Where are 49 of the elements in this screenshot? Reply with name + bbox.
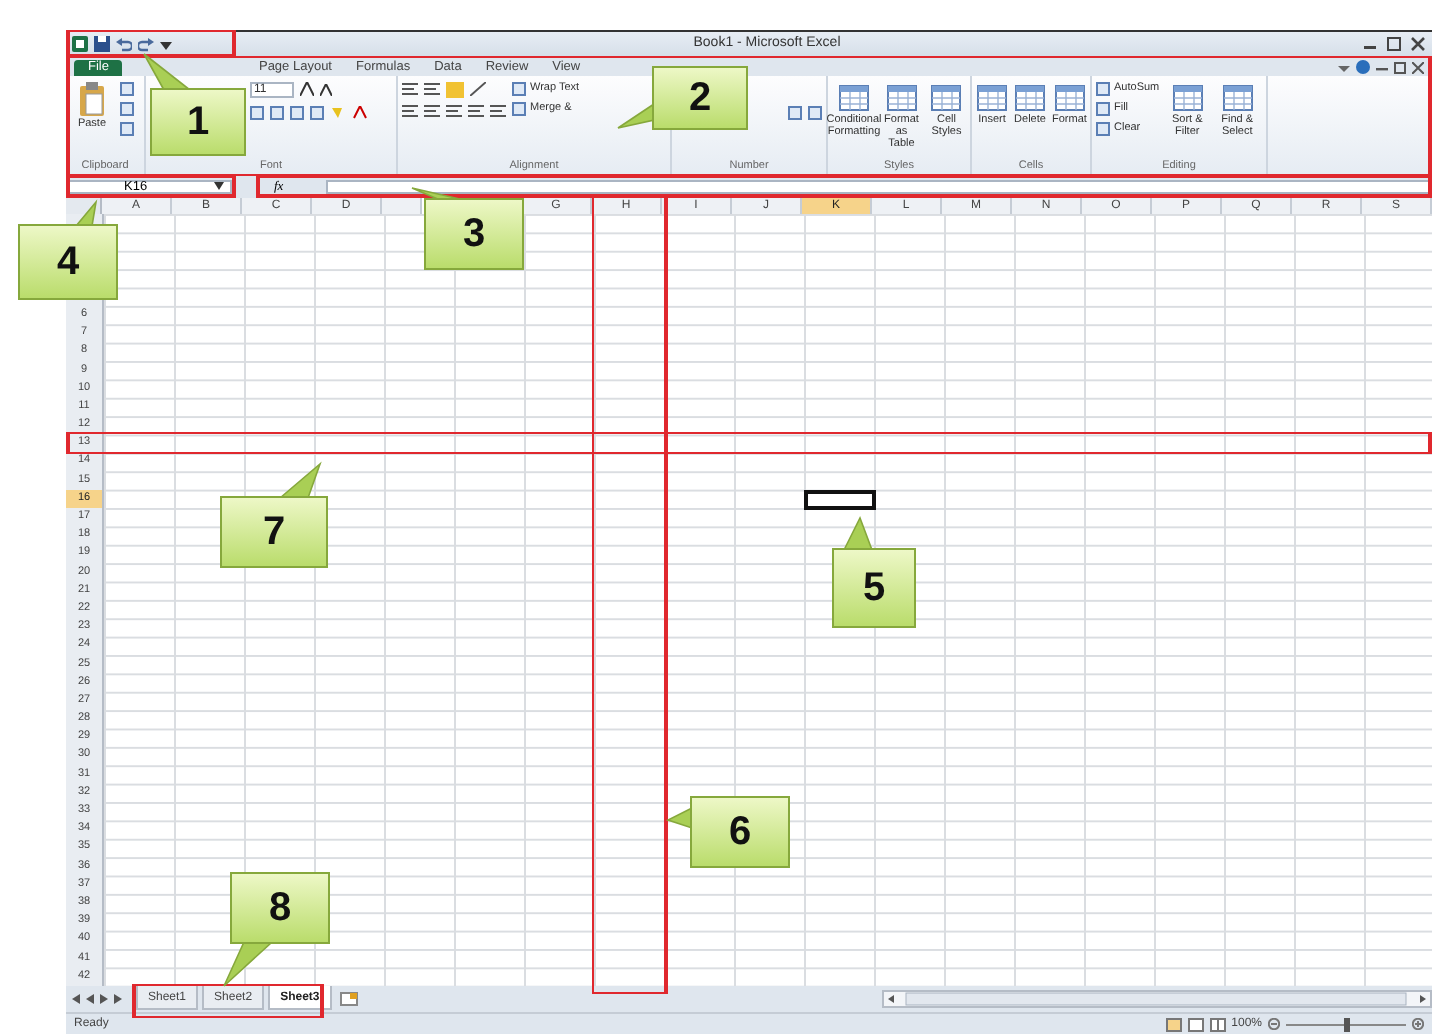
- callout: 7: [220, 464, 328, 568]
- sheet-icon[interactable]: [838, 81, 870, 114]
- collapse-icon[interactable]: [1338, 61, 1350, 74]
- indent-icon[interactable]: [468, 103, 484, 118]
- restore-icon[interactable]: [1394, 61, 1406, 74]
- zoom-slider[interactable]: [1286, 1017, 1406, 1031]
- maximize-icon[interactable]: [1386, 35, 1402, 52]
- save-icon[interactable]: [94, 35, 110, 52]
- last-sheet-icon[interactable]: [114, 994, 122, 1005]
- previous-sheet-icon[interactable]: [86, 994, 94, 1005]
- callout: 3: [412, 188, 524, 270]
- help-icon[interactable]: [1356, 60, 1370, 75]
- align-center-icon[interactable]: [424, 103, 440, 118]
- callout: 8: [224, 872, 330, 986]
- clipboard-icon[interactable]: [76, 81, 108, 118]
- outdent-icon[interactable]: [490, 103, 506, 118]
- app-icon[interactable]: [72, 35, 88, 52]
- sheet-icon[interactable]: [1053, 81, 1086, 114]
- insert-sheet-icon[interactable]: [339, 992, 358, 1007]
- align-top-icon[interactable]: [402, 82, 418, 97]
- undo-icon[interactable]: [116, 35, 132, 52]
- first-sheet-icon[interactable]: [72, 994, 80, 1005]
- sheet-icon[interactable]: [930, 81, 963, 114]
- callout: 1: [144, 54, 246, 156]
- horizontal-scrollbar[interactable]: [882, 990, 1432, 1009]
- sheet-icon[interactable]: [885, 81, 918, 114]
- close-icon[interactable]: [1410, 35, 1426, 52]
- callout: 5: [832, 518, 916, 628]
- page-break-icon[interactable]: [1209, 1017, 1226, 1031]
- page-layout-icon[interactable]: [1187, 1017, 1204, 1031]
- fill-color-icon[interactable]: [330, 105, 346, 120]
- redo-icon[interactable]: [138, 35, 154, 52]
- sheet-icon[interactable]: [1014, 81, 1046, 114]
- normal-view-icon[interactable]: [1165, 1017, 1182, 1031]
- callout: 6: [668, 796, 790, 868]
- align-left-icon[interactable]: [402, 103, 418, 118]
- zoom-out-icon[interactable]: [1268, 1018, 1280, 1030]
- close-icon[interactable]: [1412, 61, 1424, 74]
- align-right-icon[interactable]: [446, 103, 462, 118]
- active-cell[interactable]: [804, 489, 876, 511]
- sheet-icon[interactable]: [976, 81, 1008, 114]
- sheet-icon[interactable]: [1171, 81, 1204, 114]
- align-middle-icon[interactable]: [424, 82, 440, 97]
- zoom-in-icon[interactable]: [1412, 1018, 1424, 1030]
- font-color-icon[interactable]: [352, 105, 368, 120]
- callout: 4: [18, 202, 118, 300]
- sheet-icon[interactable]: [1221, 81, 1254, 114]
- next-sheet-icon[interactable]: [100, 994, 108, 1005]
- callout: 2: [618, 66, 748, 130]
